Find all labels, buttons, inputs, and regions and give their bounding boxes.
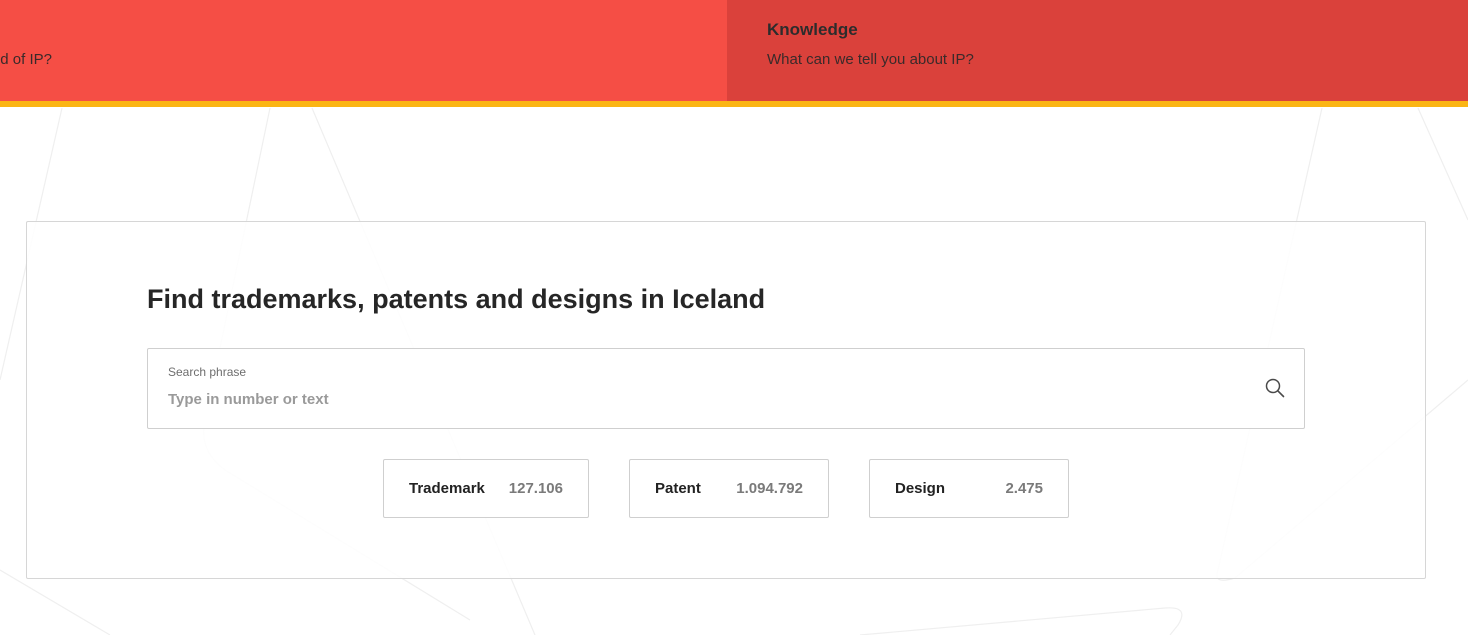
category-design-label: Design (895, 480, 946, 497)
nav-panel-knowledge-title: Knowledge (767, 20, 858, 39)
search-icon[interactable] (1264, 377, 1286, 399)
nav-panel-ip[interactable]: d of IP? (0, 0, 727, 101)
accent-bar (0, 101, 1468, 107)
category-design-count: 2.475 (1005, 480, 1043, 497)
category-trademark-button[interactable]: Trademark 127.106 (383, 459, 589, 518)
search-card: Find trademarks, patents and designs in … (26, 221, 1426, 579)
search-box[interactable]: Search phrase (147, 348, 1305, 429)
category-trademark-count: 127.106 (508, 480, 563, 497)
category-trademark-label: Trademark (409, 480, 485, 497)
search-input[interactable] (168, 387, 1228, 411)
page: d of IP? Knowledge What can we tell you … (0, 0, 1468, 635)
category-design-button[interactable]: Design 2.475 (869, 459, 1069, 518)
search-label: Search phrase (168, 365, 247, 379)
category-patent-button[interactable]: Patent 1.094.792 (629, 459, 829, 518)
top-navigation: d of IP? Knowledge What can we tell you … (0, 0, 1468, 101)
category-patent-label: Patent (655, 480, 701, 497)
nav-panel-ip-subtitle: d of IP? (0, 51, 52, 68)
nav-panel-knowledge[interactable]: Knowledge What can we tell you about IP? (727, 0, 1468, 101)
search-title: Find trademarks, patents and designs in … (147, 284, 766, 314)
category-patent-count: 1.094.792 (736, 480, 803, 497)
nav-panel-knowledge-subtitle: What can we tell you about IP? (767, 51, 974, 68)
